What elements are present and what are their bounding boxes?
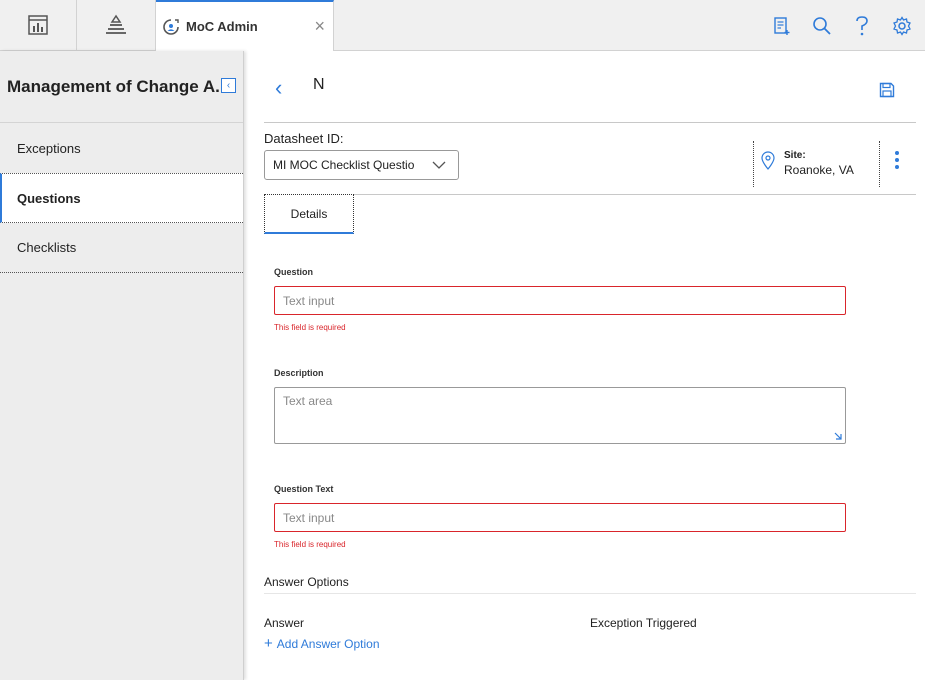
tab-moc-admin[interactable]: MoC Admin × <box>156 0 334 51</box>
answer-options-title: Answer Options <box>264 575 349 589</box>
question-text-input[interactable]: Text input <box>274 503 846 532</box>
top-bar: MoC Admin × <box>0 0 925 51</box>
tab-title: MoC Admin <box>186 19 258 34</box>
back-icon[interactable]: ‹ <box>275 75 282 101</box>
question-input[interactable]: Text input <box>274 286 846 315</box>
asset-hierarchy-icon <box>106 14 126 34</box>
datasheet-value: MI MOC Checklist Questio <box>273 158 415 172</box>
dashboard-icon <box>28 15 48 35</box>
dashboard-tab[interactable] <box>0 0 77 50</box>
site-label: Site: <box>784 150 806 161</box>
add-answer-option-button[interactable]: + Add Answer Option <box>264 635 380 652</box>
sidebar-item-checklists[interactable]: Checklists <box>0 223 243 273</box>
datasheet-label: Datasheet ID: <box>264 131 344 146</box>
asset-hierarchy-tab[interactable] <box>77 0 156 50</box>
question-text-label: Question Text <box>274 484 334 494</box>
chevron-down-icon <box>432 161 446 169</box>
tab-details[interactable]: Details <box>264 194 354 234</box>
sidebar-item-exceptions[interactable]: Exceptions <box>0 123 243 173</box>
help-icon <box>856 15 868 35</box>
settings-button[interactable] <box>882 0 922 51</box>
description-placeholder: Text area <box>283 394 333 408</box>
question-error: This field is required <box>274 323 346 332</box>
resize-grip-icon[interactable] <box>833 431 843 441</box>
close-tab-icon[interactable]: × <box>314 16 325 37</box>
search-button[interactable] <box>802 0 842 51</box>
moc-admin-icon <box>163 18 179 35</box>
record-title: N <box>313 76 325 93</box>
main-panel: ‹ N Datasheet ID: MI MOC Checklist Quest… <box>245 51 925 680</box>
description-textarea[interactable]: Text area <box>274 387 846 444</box>
collapse-sidebar-icon[interactable]: ‹ <box>221 78 236 93</box>
plus-icon: + <box>264 635 273 652</box>
sidebar-item-label: Questions <box>17 190 81 206</box>
exception-column-header: Exception Triggered <box>590 616 697 630</box>
sidebar-header: Management of Change A... <box>0 51 243 123</box>
add-answer-option-label: Add Answer Option <box>276 636 380 651</box>
tab-divider <box>264 194 916 195</box>
new-record-button[interactable] <box>762 0 802 51</box>
description-label: Description <box>274 368 324 378</box>
question-text-error: This field is required <box>274 540 346 549</box>
site-info: Site: Roanoke, VA <box>753 141 880 187</box>
question-label: Question <box>274 267 314 277</box>
help-button[interactable] <box>842 0 882 51</box>
search-icon <box>813 16 831 35</box>
save-icon <box>879 82 895 98</box>
save-button[interactable] <box>879 82 895 103</box>
sidebar-item-label: Checklists <box>17 240 77 255</box>
answer-column-header: Answer <box>264 616 305 630</box>
datasheet-select[interactable]: MI MOC Checklist Questio <box>264 150 459 180</box>
sidebar-item-label: Exceptions <box>17 140 81 156</box>
sidebar: Management of Change A... ‹ Exceptions Q… <box>0 51 244 680</box>
more-options-icon[interactable] <box>893 151 901 169</box>
settings-icon <box>893 15 911 36</box>
answer-options-divider <box>264 593 916 594</box>
tab-label: Details <box>290 206 328 221</box>
question-placeholder: Text input <box>283 293 335 308</box>
header-divider <box>264 122 916 123</box>
new-record-icon <box>774 16 790 35</box>
site-value: Roanoke, VA <box>784 163 854 177</box>
sidebar-item-questions[interactable]: Questions <box>0 173 243 223</box>
location-pin-icon <box>761 151 775 170</box>
question-text-placeholder: Text input <box>283 510 335 525</box>
sidebar-title: Management of Change A... <box>7 76 230 96</box>
